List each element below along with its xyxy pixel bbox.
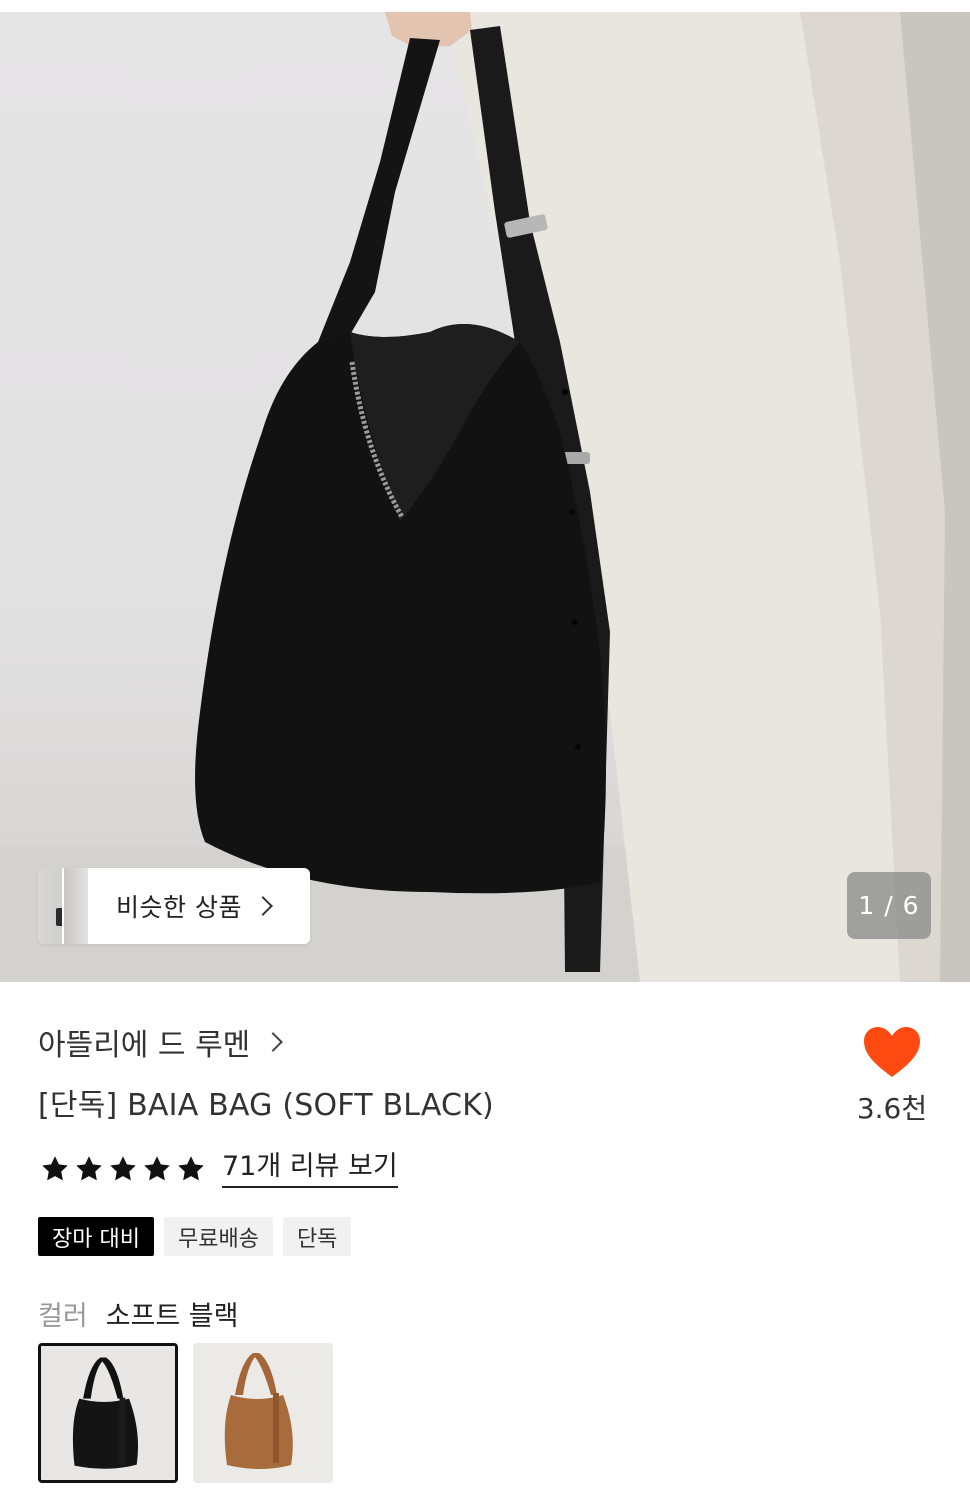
product-image-carousel[interactable]: 비슷한 상품 1 / 6 [0, 12, 970, 982]
product-tags: 장마 대비 무료배송 단독 [38, 1217, 361, 1256]
swatch-soft-black[interactable] [38, 1343, 178, 1483]
star-icon [76, 1156, 102, 1181]
color-key: 컬러 [38, 1301, 88, 1332]
bag-thumbnail [41, 1346, 175, 1480]
like-count: 3.6천 [856, 1092, 928, 1125]
bag-thumbnail [193, 1343, 333, 1483]
image-pager-indicator: 1 / 6 [847, 872, 931, 939]
heart-icon [864, 1027, 920, 1077]
similar-products-label: 비슷한 상품 [116, 893, 242, 922]
rating-stars [40, 1154, 210, 1184]
star-icon [144, 1156, 170, 1181]
similar-products-button[interactable]: 비슷한 상품 [38, 868, 310, 944]
swatch-brown[interactable] [193, 1343, 333, 1483]
tag-rainy-season: 장마 대비 [38, 1217, 154, 1256]
color-selector-label: 컬러 소프트 블랙 [38, 1294, 238, 1333]
color-swatches [38, 1343, 348, 1483]
rating-row: 71개 리뷰 보기 [40, 1150, 398, 1188]
brand-name: 아뜰리에 드 루멘 [38, 1028, 251, 1063]
star-icon [42, 1156, 68, 1181]
product-photo [0, 12, 970, 982]
similar-thumbnail [38, 868, 66, 944]
similar-thumbnail [62, 868, 88, 944]
star-icon [178, 1156, 204, 1181]
tag-free-shipping: 무료배송 [163, 1217, 273, 1256]
star-icon [110, 1156, 136, 1181]
color-value: 소프트 블랙 [105, 1301, 239, 1332]
like-button[interactable]: 3.6천 [850, 1025, 934, 1127]
tag-exclusive: 단독 [282, 1217, 352, 1256]
product-title: [단독] BAIA BAG (SOFT BLACK) [38, 1088, 494, 1123]
similar-products-thumbnails [38, 868, 88, 944]
chevron-right-icon [253, 896, 273, 916]
reviews-link[interactable]: 71개 리뷰 보기 [222, 1150, 398, 1188]
brand-link[interactable]: 아뜰리에 드 루멘 [38, 1020, 284, 1064]
chevron-right-icon [263, 1032, 284, 1052]
